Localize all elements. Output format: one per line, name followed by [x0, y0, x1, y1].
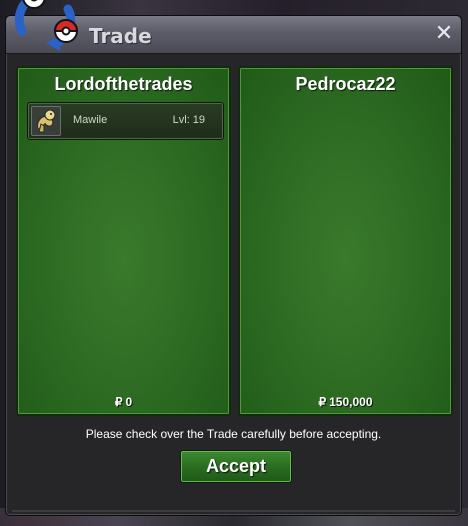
my-offer-panel: Lordofthetrades Mawile Lvl: 19 ₽0 — [16, 66, 231, 416]
pokemon-name: Mawile — [73, 114, 108, 126]
mawile-sprite-icon — [31, 106, 61, 136]
accept-button[interactable]: Accept — [180, 450, 292, 483]
my-player-name: Lordofthetrades — [54, 74, 193, 94]
partner-money-value: 150,000 — [329, 395, 373, 409]
trade-arrows-pokeballs-icon — [8, 0, 82, 55]
trade-notice: Please check over the Trade carefully be… — [85, 427, 382, 441]
offered-pokemon-slot[interactable]: Mawile Lvl: 19 — [27, 102, 224, 140]
partner-money-offer: ₽150,000 — [240, 395, 451, 409]
partner-player-name: Pedrocaz22 — [295, 74, 396, 94]
close-icon[interactable]: ✕ — [434, 22, 454, 46]
trade-panels: Lordofthetrades Mawile Lvl: 19 ₽0 Pedroc… — [16, 66, 453, 416]
pokedollar-icon: ₽ — [114, 395, 123, 409]
partner-offer-panel: Pedrocaz22 ₽150,000 — [238, 66, 453, 416]
window-bottom-edge — [12, 510, 455, 512]
pokemon-level: Lvl: 19 — [172, 114, 205, 126]
window-title: Trade — [89, 24, 152, 48]
trade-window: Trade ✕ Lordofthetrades Mawile Lvl: 19 ₽… — [5, 15, 462, 516]
my-money-offer: ₽0 — [18, 395, 229, 409]
my-money-value: 0 — [125, 395, 133, 409]
pokedollar-icon: ₽ — [318, 395, 327, 409]
